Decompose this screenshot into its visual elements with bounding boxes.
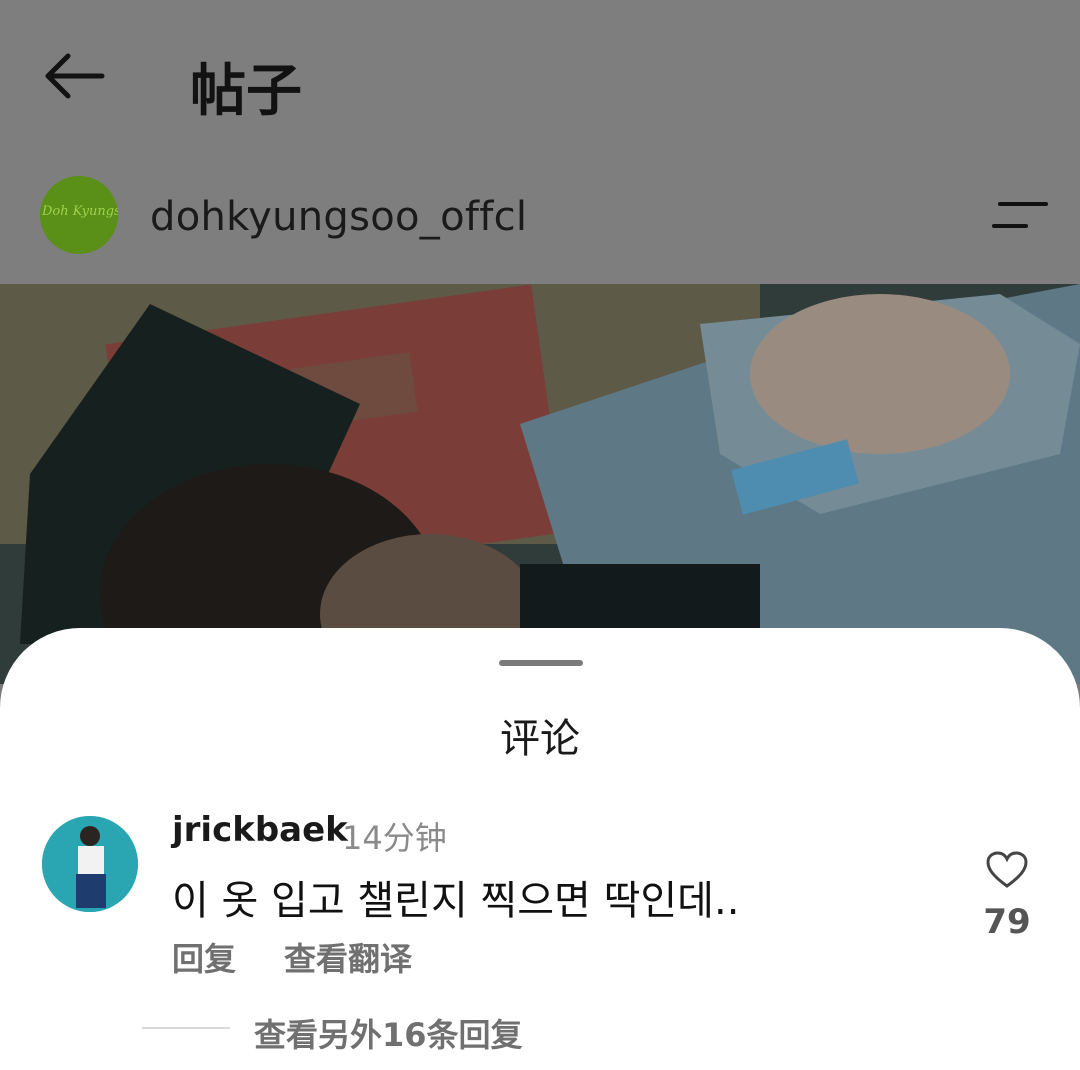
post-photo-illustration <box>0 284 1080 684</box>
comment-text: 이 옷 입고 챌린지 찍으면 딱인데.. <box>172 878 740 924</box>
commenter-username[interactable]: jrickbaek <box>172 810 348 850</box>
author-avatar[interactable]: Doh Kyungsoo <box>40 176 118 254</box>
top-app-bar <box>0 0 1080 150</box>
comments-sheet <box>0 628 1080 1070</box>
heart-outline-icon[interactable] <box>985 850 1029 890</box>
menu-icon[interactable] <box>990 198 1050 234</box>
comment-timestamp: 14分钟 <box>342 819 447 857</box>
reply-button[interactable]: 回复 <box>172 934 236 980</box>
commenter-avatar[interactable] <box>42 816 138 912</box>
page-title: 帖子 <box>190 59 302 124</box>
replies-divider <box>142 1027 230 1029</box>
comments-title: 评论 <box>500 716 580 762</box>
author-username[interactable]: dohkyungsoo_offcl <box>150 194 527 240</box>
translate-button[interactable]: 查看翻译 <box>284 934 412 980</box>
arrow-left-icon[interactable] <box>40 50 106 102</box>
view-more-replies-button[interactable]: 查看另外16条回复 <box>254 1010 523 1056</box>
commenter-avatar-photo <box>42 816 138 912</box>
post-image[interactable] <box>0 284 1080 684</box>
author-avatar-logo-text: Doh Kyungsoo <box>42 204 118 219</box>
like-count: 79 <box>983 902 1031 942</box>
sheet-drag-handle[interactable] <box>499 660 583 666</box>
